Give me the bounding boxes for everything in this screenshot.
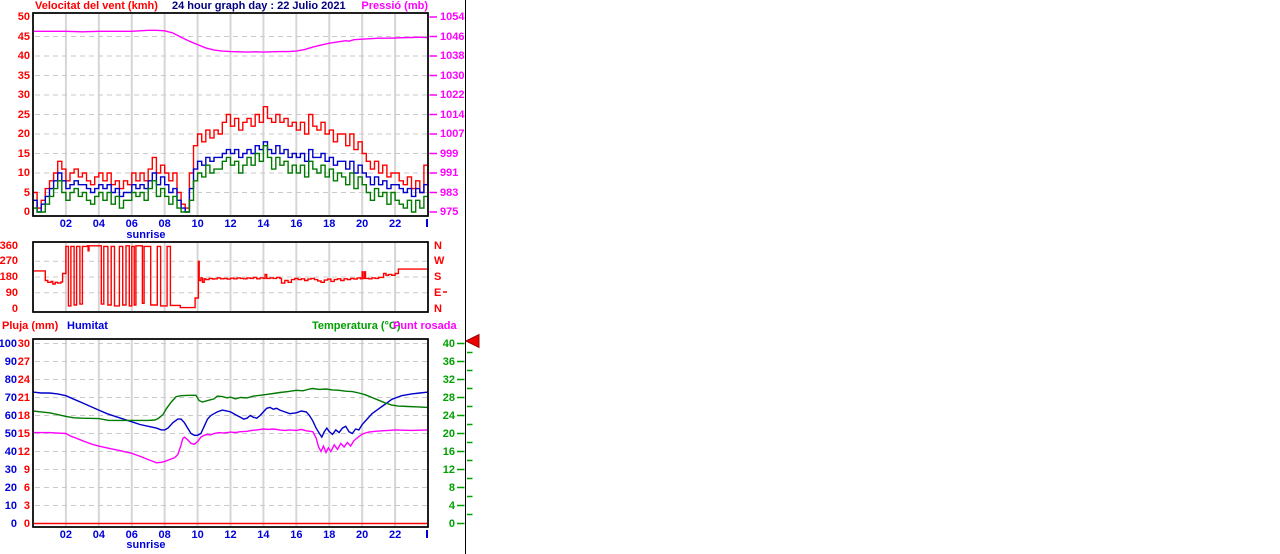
charts-canvas	[32, 0, 480, 554]
compass-label: W	[434, 255, 445, 268]
compass-label: E	[434, 286, 442, 299]
hour-label-bottom: 14	[257, 529, 270, 541]
hour-label-bottom: 10	[191, 529, 204, 541]
x-axis-end-tick-bottom	[426, 530, 428, 538]
wind-axis-label: 10	[17, 167, 30, 179]
temperature-axis-label: 8	[448, 481, 455, 494]
graph-title: 24 hour graph day : 22 Julio 2021	[172, 0, 346, 12]
direction-axis-label: 0	[11, 302, 18, 315]
pressure-axis-label: 1030	[440, 69, 465, 82]
hour-label-top: 18	[323, 218, 336, 230]
pressure-axis-label: 983	[440, 186, 459, 199]
wind-axis-label: 0	[23, 206, 30, 218]
temperature-axis-label: 4	[448, 499, 455, 512]
rain-axis-label: 27	[17, 355, 30, 368]
wind-axis-label: 5	[23, 186, 30, 199]
hour-label-top: 16	[290, 218, 303, 230]
pressure-axis-title: Pressió (mb)	[361, 0, 428, 12]
hour-label-bottom: 16	[290, 529, 303, 541]
rain-axis-label: 0	[23, 517, 30, 530]
wind-axis-label: 15	[17, 147, 30, 160]
hour-label-bottom: 02	[59, 529, 73, 541]
pressure-axis-label: 1014	[440, 108, 465, 121]
temperature-axis-label: 28	[442, 391, 455, 404]
hour-label-bottom: 22	[388, 529, 402, 541]
temperature-axis-label: 12	[442, 463, 455, 476]
compass-label: N	[434, 302, 442, 315]
hour-label-top: 08	[158, 218, 171, 230]
temperature-axis-label: 40	[442, 337, 455, 350]
pressure-axis-label: 1054	[440, 11, 465, 23]
rain-axis-label: 3	[23, 499, 30, 512]
rain-axis-label: 12	[17, 445, 30, 458]
wind-speed-axis-title: Velocitat del vent (kmh)	[35, 0, 158, 12]
panel2-wind-direction-chart	[32, 241, 447, 313]
wind-axis-label: 50	[17, 11, 30, 23]
direction-axis-label: 360	[0, 239, 18, 252]
rain-axis-label: 30	[17, 337, 30, 350]
direction-axis-label: 180	[0, 271, 18, 283]
temperature-axis-label: 32	[442, 373, 455, 386]
rain-axis-label: 24	[17, 373, 30, 386]
wind-axis-label: 35	[17, 69, 30, 82]
wind-axis-label: 30	[17, 89, 30, 101]
pressure-axis-label: 1046	[440, 30, 465, 43]
temperature-axis-label: 20	[442, 427, 455, 440]
pressure-axis-label: 1007	[440, 128, 465, 140]
wind-axis-label: 25	[17, 108, 30, 121]
x-axis-end-tick-top	[426, 219, 428, 227]
temperature-axis-label: 36	[442, 355, 455, 368]
wind-axis-label: 20	[17, 128, 30, 140]
hour-label-top: 14	[257, 218, 270, 230]
hour-label-top: 10	[191, 218, 204, 230]
direction-axis-label: 270	[0, 255, 18, 268]
humidity-axis-title: Humitat	[67, 320, 108, 332]
hour-label-top: 20	[356, 218, 369, 230]
rain-axis-label: 21	[17, 391, 30, 404]
scale-pointer-arrow	[464, 333, 480, 349]
rain-axis-label: 15	[17, 427, 30, 440]
red-pointer-arrow-icon	[464, 333, 480, 349]
pressure-axis-label: 975	[440, 206, 459, 218]
hour-label-bottom: 06	[125, 529, 138, 541]
dew-point-axis-title: Punt rosada	[393, 320, 457, 332]
hour-label-bottom: 04	[92, 529, 105, 541]
sunrise-label-top: sunrise	[126, 229, 166, 241]
pressure-axis-label: 1038	[440, 50, 465, 62]
temperature-axis-title: Temperatura (°C)	[312, 320, 401, 332]
compass-label: N	[434, 239, 442, 252]
temperature-axis-label: 16	[442, 445, 455, 458]
hour-label-top: 06	[125, 218, 138, 230]
wind-axis-label: 45	[17, 30, 30, 43]
hour-label-top: 12	[224, 218, 237, 230]
hour-label-bottom: 12	[224, 529, 237, 541]
weather-daily-graph-page: Velocitat del vent (kmh) 24 hour graph d…	[0, 0, 1280, 554]
compass-label: S	[434, 271, 442, 283]
panel1-wind-pressure-chart	[32, 12, 437, 217]
rain-axis-label: 6	[23, 481, 30, 494]
temperature-axis-label: 24	[442, 409, 455, 422]
rain-axis-label: 9	[23, 463, 30, 476]
rain-axis-title: Pluja (mm)	[2, 320, 59, 332]
direction-axis-label: 90	[5, 286, 18, 299]
temperature-axis-label: 0	[448, 517, 455, 530]
hour-label-top: 02	[59, 218, 73, 230]
wind-axis-label: 40	[17, 50, 30, 62]
hour-label-top: 22	[388, 218, 402, 230]
rain-axis-label: 18	[17, 409, 30, 422]
pressure-axis-label: 1022	[440, 89, 465, 101]
pressure-axis-label: 999	[440, 147, 459, 160]
hour-label-bottom: 18	[323, 529, 336, 541]
hour-label-top: 04	[92, 218, 105, 230]
panel3-humidity-temperature-chart	[32, 338, 473, 528]
hour-label-bottom: 08	[158, 529, 171, 541]
pressure-axis-label: 991	[440, 167, 459, 179]
hour-label-bottom: 20	[356, 529, 369, 541]
